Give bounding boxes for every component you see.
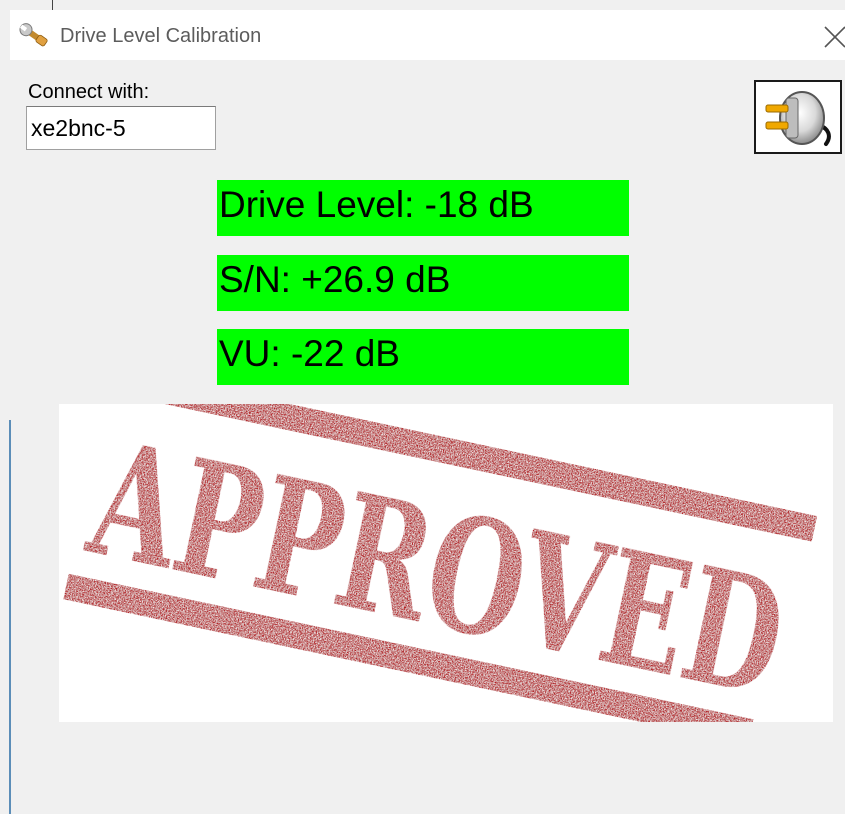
connect-button[interactable] [754, 80, 842, 154]
window-title: Drive Level Calibration [60, 25, 262, 47]
window-top-edge [0, 0, 845, 10]
title-bar[interactable]: Drive Level Calibration [10, 10, 845, 60]
connect-with-input[interactable] [26, 106, 216, 150]
approved-stamp: APPROVED [63, 404, 818, 722]
drive-level-calibration-window: Drive Level Calibration Connect with: Dr… [0, 0, 845, 814]
snr-readout: S/N: +26.9 dB [217, 255, 629, 311]
wrench-icon [19, 23, 48, 47]
connect-with-label: Connect with: [28, 81, 150, 103]
top-edge-tick [52, 0, 53, 10]
approved-stamp-image: APPROVED [59, 404, 833, 722]
vu-readout: VU: -22 dB [217, 329, 629, 385]
drive-level-readout: Drive Level: -18 dB [217, 180, 629, 236]
plug-connect-icon [765, 91, 831, 146]
window-left-edge [9, 420, 11, 814]
close-icon[interactable] [819, 16, 845, 50]
